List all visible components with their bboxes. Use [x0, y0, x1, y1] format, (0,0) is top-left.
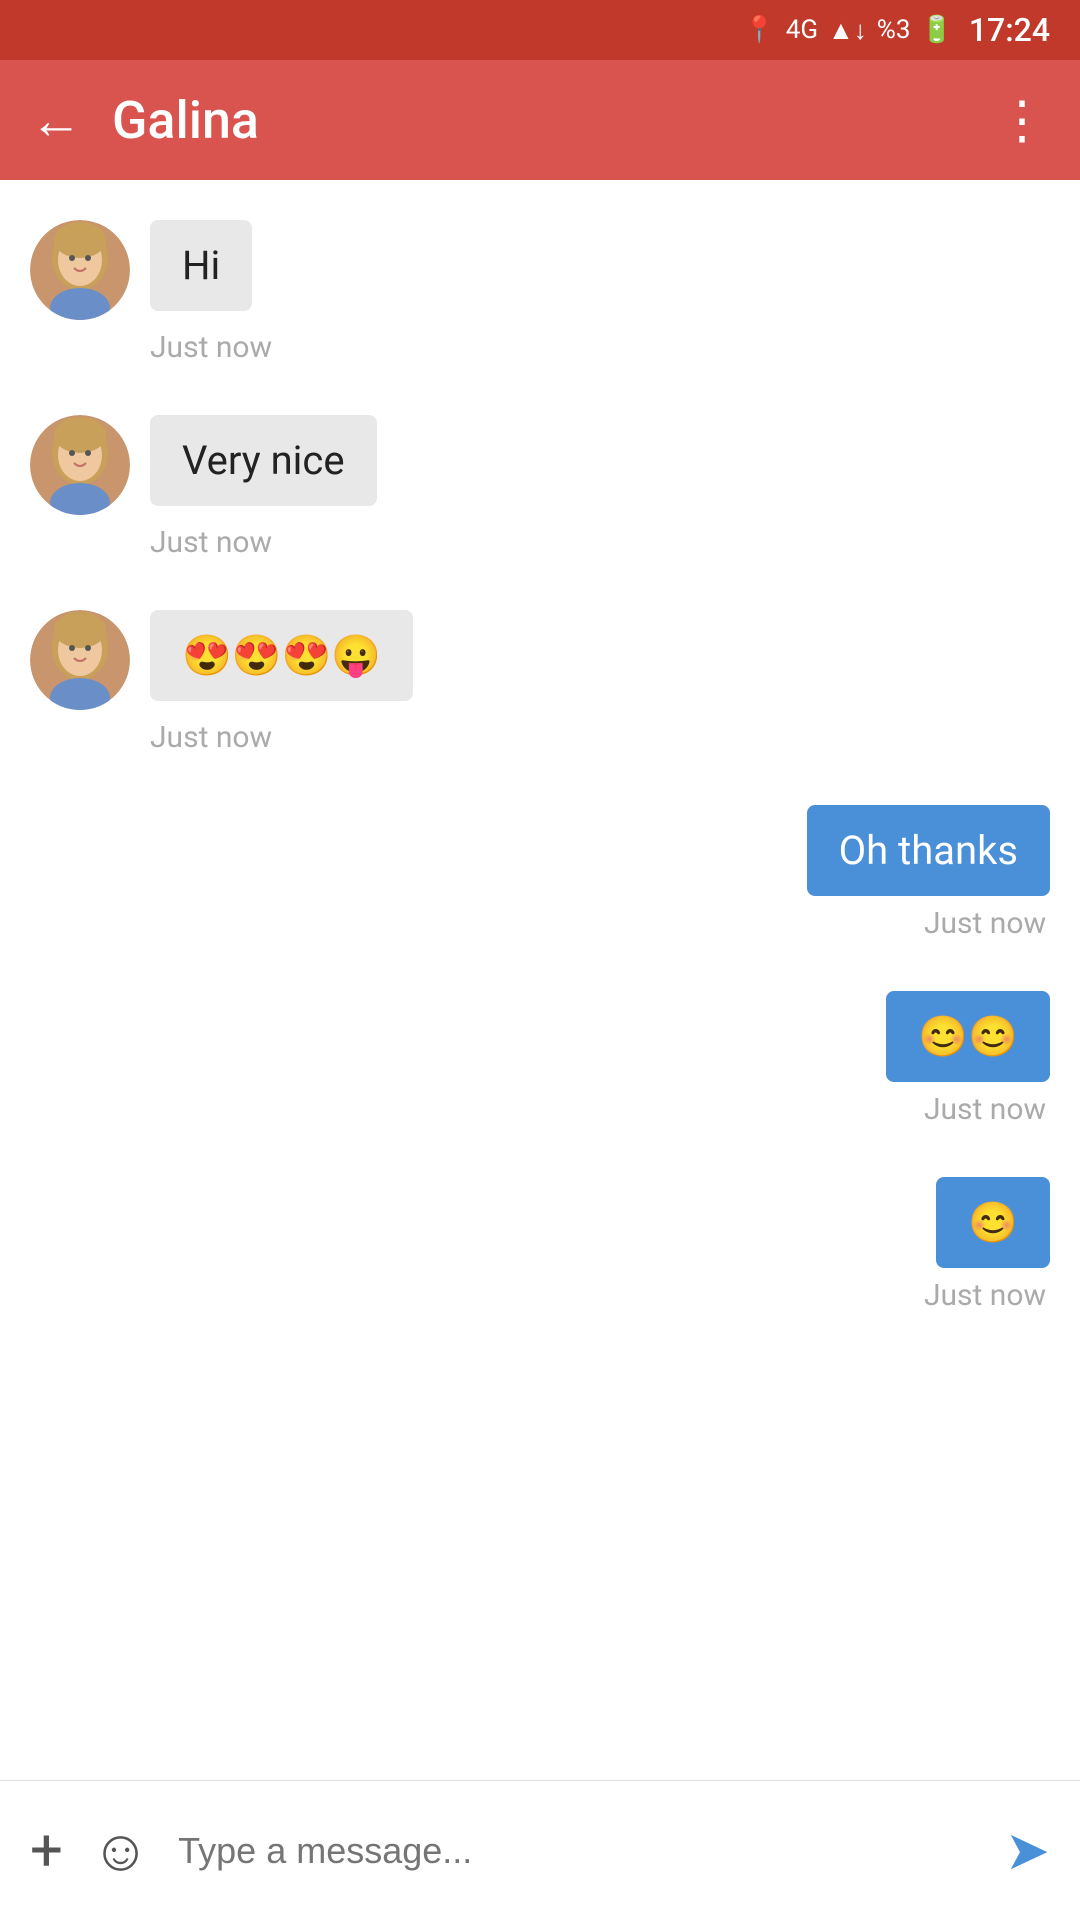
message-with-avatar-msg1: Hi: [30, 220, 252, 320]
avatar: [30, 220, 130, 320]
message-with-avatar-msg3: 😍😍😍😛: [30, 610, 413, 710]
network-icon: 4G: [786, 15, 818, 45]
message-row-msg1: Hi Just now: [30, 220, 1050, 365]
message-row-msg2: Very nice Just now: [30, 415, 1050, 560]
message-row-msg4: Oh thanks Just now: [30, 805, 1050, 941]
message-timestamp-msg4: Just now: [924, 906, 1046, 941]
location-icon: 📍: [743, 15, 775, 45]
chat-header: ← Galina ⋮: [0, 60, 1080, 180]
battery-icon: 🔋: [920, 15, 952, 45]
status-bar: 📍 4G ▲↓ %3 🔋 17:24: [0, 0, 1080, 60]
avatar: [30, 415, 130, 515]
message-bubble-msg2: Very nice: [150, 415, 377, 506]
message-bubble-msg3: 😍😍😍😛: [150, 610, 413, 701]
message-input[interactable]: [178, 1830, 977, 1872]
back-button[interactable]: ←: [30, 90, 82, 151]
chat-title: Galina: [112, 90, 996, 151]
emoji-button[interactable]: ☺: [91, 1817, 150, 1885]
message-bubble-msg5: 😊😊: [886, 991, 1050, 1082]
status-icons: 📍 4G ▲↓ %3 🔋: [743, 15, 952, 46]
input-bar: + ☺ ➤: [0, 1780, 1080, 1920]
message-timestamp-msg6: Just now: [924, 1278, 1046, 1313]
send-button[interactable]: ➤: [1005, 1819, 1050, 1883]
add-button[interactable]: +: [30, 1817, 63, 1885]
message-bubble-msg1: Hi: [150, 220, 252, 311]
message-row-msg3: 😍😍😍😛 Just now: [30, 610, 1050, 755]
message-with-avatar-msg2: Very nice: [30, 415, 377, 515]
message-timestamp-msg1: Just now: [150, 330, 272, 365]
message-timestamp-msg2: Just now: [150, 525, 272, 560]
message-bubble-msg6: 😊: [936, 1177, 1050, 1268]
message-bubble-msg4: Oh thanks: [807, 805, 1050, 896]
chat-area: Hi Just now Very nice Just now 😍😍😍😛 Just no…: [0, 180, 1080, 1780]
avatar: [30, 610, 130, 710]
battery-text: %3: [877, 15, 911, 45]
message-row-msg5: 😊😊 Just now: [30, 991, 1050, 1127]
message-timestamp-msg5: Just now: [924, 1092, 1046, 1127]
more-options-button[interactable]: ⋮: [996, 90, 1050, 151]
signal-icon: ▲↓: [828, 15, 867, 46]
message-row-msg6: 😊 Just now: [30, 1177, 1050, 1313]
clock: 17:24: [969, 11, 1050, 49]
message-timestamp-msg3: Just now: [150, 720, 272, 755]
